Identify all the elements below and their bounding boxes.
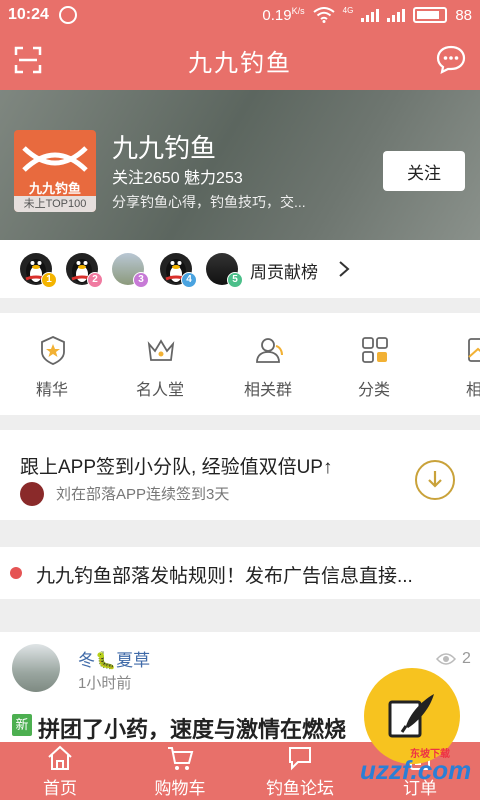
battery-level: 88 bbox=[455, 6, 472, 24]
signin-title: 跟上APP签到小分队, 经验值双倍UP↑ bbox=[20, 457, 333, 478]
category-label: 分类 bbox=[357, 382, 390, 399]
pinned-notice[interactable]: 九九钓鱼部落发帖规则！发布广告信息直接... bbox=[0, 547, 480, 599]
new-tag: 新 bbox=[12, 714, 32, 736]
post-username[interactable]: 冬🐛夏草 bbox=[78, 646, 150, 671]
tab-label: 钓鱼论坛 bbox=[266, 779, 334, 798]
contributor-avatar[interactable]: 5 bbox=[206, 253, 243, 288]
wifi-icon bbox=[313, 7, 335, 23]
rank-badge: 2 bbox=[87, 272, 103, 288]
rank-badge: 4 bbox=[181, 272, 197, 288]
contributor-avatar[interactable]: 4 bbox=[160, 253, 197, 288]
app-notification-icon bbox=[58, 6, 77, 24]
category-label: 相 bbox=[466, 382, 480, 399]
fish-logo-icon bbox=[22, 146, 88, 172]
chevron-right-icon bbox=[339, 261, 350, 277]
contributor-avatar[interactable]: 1 bbox=[20, 253, 57, 288]
tab-home[interactable]: 首页 bbox=[0, 742, 120, 800]
weekly-contributors[interactable]: 1 2 3 4 5 周贡献榜 bbox=[0, 240, 480, 298]
eye-icon bbox=[436, 653, 456, 665]
network-speed-unit: K/s bbox=[291, 6, 305, 16]
status-time: 10:24 bbox=[8, 6, 49, 23]
contributor-avatar[interactable]: 3 bbox=[112, 253, 149, 288]
battery-icon bbox=[413, 7, 448, 23]
watermark: uzzf.com bbox=[360, 755, 472, 785]
category-classification[interactable]: 分类 bbox=[324, 313, 424, 415]
follow-button[interactable]: 关注 bbox=[383, 151, 465, 191]
tribe-banner: 九九钓鱼 未上TOP100 九九钓鱼 关注2650 魅力253 分享钓鱼心得，钓… bbox=[0, 90, 480, 240]
contributor-avatar[interactable]: 2 bbox=[66, 253, 103, 288]
rank-badge: 5 bbox=[227, 272, 243, 288]
logo-text: 九九钓鱼 bbox=[28, 181, 81, 196]
network-speed-value: 0.19 bbox=[262, 7, 292, 24]
signal-icon bbox=[361, 8, 380, 22]
network-type: 4G bbox=[342, 6, 354, 15]
tab-forum[interactable]: 钓鱼论坛 bbox=[240, 742, 360, 800]
tribe-name: 九九钓鱼 bbox=[112, 133, 217, 163]
category-row: 精华 名人堂 相关群 分类 相 bbox=[0, 313, 480, 415]
rank-badge: 1 bbox=[41, 272, 57, 288]
post-views: 2 bbox=[436, 650, 471, 668]
forum-icon bbox=[289, 747, 311, 771]
tab-label: 首页 bbox=[43, 779, 77, 798]
group-icon bbox=[256, 338, 283, 363]
tribe-stats: 关注2650 魅力253 bbox=[112, 170, 243, 187]
crown-icon bbox=[147, 339, 175, 361]
network-speed: 0.19K/s bbox=[262, 6, 304, 24]
category-label: 相关群 bbox=[243, 382, 292, 399]
compose-icon bbox=[388, 694, 434, 738]
post-title: 拼团了小药，速度与激情在燃烧 bbox=[38, 717, 347, 742]
category-label: 名人堂 bbox=[135, 382, 184, 399]
weekly-contributors-label: 周贡献榜 bbox=[250, 263, 318, 282]
signin-subtitle: 刘在部落APP连续签到3天 bbox=[56, 486, 230, 503]
signin-avatar bbox=[20, 482, 44, 506]
rank-badge: 3 bbox=[133, 272, 149, 288]
arrow-down-icon bbox=[428, 471, 442, 488]
chat-icon[interactable] bbox=[436, 44, 466, 74]
rank-label: 未上TOP100 bbox=[14, 196, 96, 212]
signal-icon-2 bbox=[387, 8, 406, 22]
tab-label: 购物车 bbox=[154, 779, 206, 798]
category-label: 精华 bbox=[35, 382, 68, 399]
scan-icon[interactable] bbox=[14, 46, 42, 74]
tribe-logo: 九九钓鱼 未上TOP100 bbox=[14, 130, 96, 212]
post-time: 1小时前 bbox=[78, 675, 132, 692]
grid-icon bbox=[362, 337, 388, 363]
avatar[interactable] bbox=[12, 644, 60, 692]
cart-icon bbox=[168, 747, 194, 770]
category-hall-of-fame[interactable]: 名人堂 bbox=[110, 313, 210, 415]
signin-card[interactable]: 跟上APP签到小分队, 经验值双倍UP↑ 刘在部落APP连续签到3天 bbox=[0, 430, 480, 520]
star-badge-icon bbox=[41, 336, 65, 365]
category-groups[interactable]: 相关群 bbox=[218, 313, 318, 415]
notice-dot bbox=[10, 567, 22, 579]
views-count: 2 bbox=[462, 650, 471, 667]
image-icon bbox=[468, 338, 480, 362]
status-bar: 10:24 0.19K/s 4G 88 bbox=[0, 0, 480, 30]
tab-cart[interactable]: 购物车 bbox=[120, 742, 240, 800]
page-title: 九九钓鱼 bbox=[188, 49, 292, 77]
app-header: 九九钓鱼 bbox=[0, 30, 480, 90]
category-featured[interactable]: 精华 bbox=[2, 313, 102, 415]
notice-text: 九九钓鱼部落发帖规则！发布广告信息直接... bbox=[36, 566, 413, 587]
category-photos[interactable]: 相 bbox=[432, 313, 480, 415]
home-icon bbox=[48, 745, 72, 770]
tribe-description: 分享钓鱼心得，钓鱼技巧，交... bbox=[112, 194, 306, 210]
download-button[interactable] bbox=[415, 460, 455, 500]
